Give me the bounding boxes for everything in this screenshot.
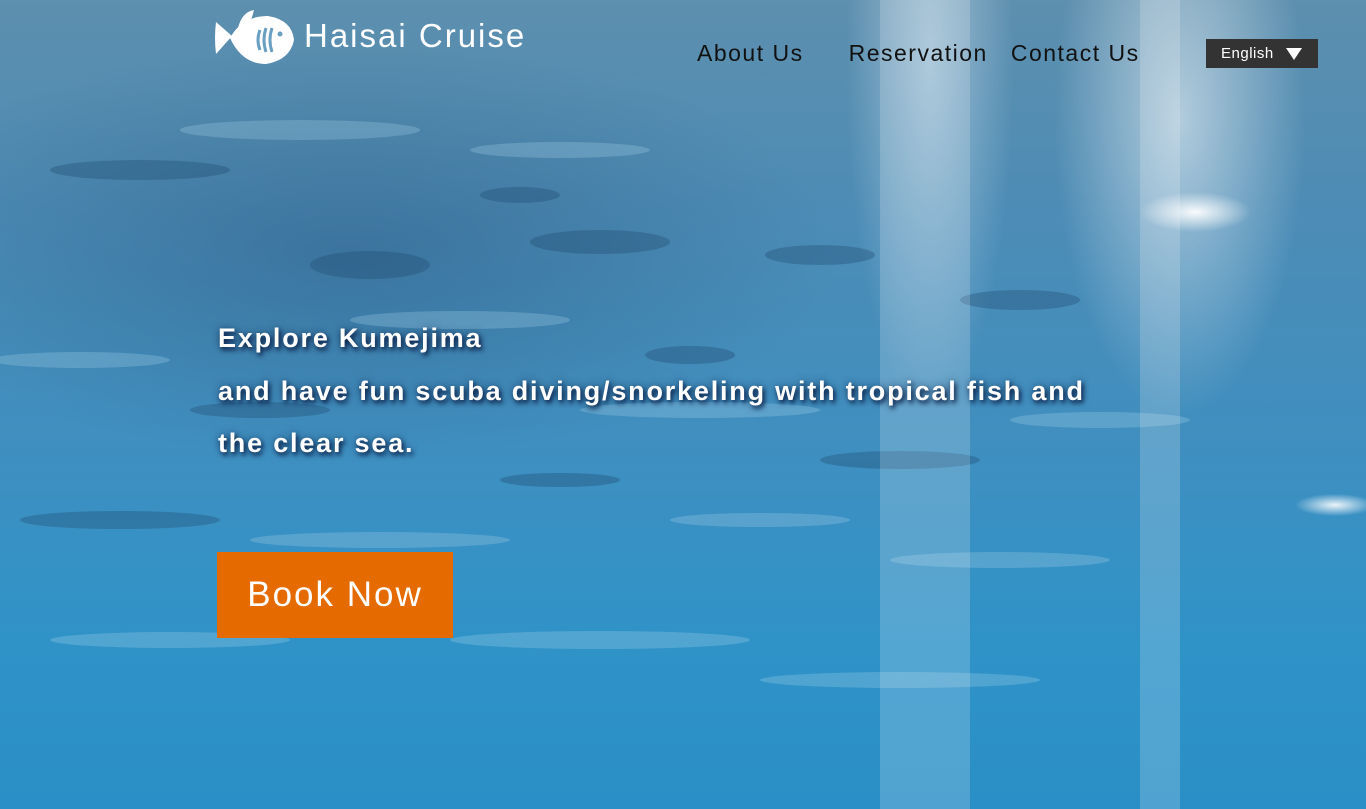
hero-page: Haisai Cruise About Us Reservation Conta… bbox=[0, 0, 1366, 809]
language-selected: English bbox=[1221, 45, 1274, 62]
fish-icon bbox=[215, 10, 294, 64]
caret-down-icon bbox=[1286, 48, 1302, 60]
brand-name: Haisai Cruise bbox=[304, 17, 527, 54]
hero-line-3: the clear sea. bbox=[218, 428, 415, 458]
hero-line-1: Explore Kumejima bbox=[218, 323, 483, 353]
nav-about-us[interactable]: About Us bbox=[697, 40, 804, 67]
language-select[interactable]: English bbox=[1206, 39, 1318, 68]
nav-contact-us[interactable]: Contact Us bbox=[1011, 40, 1140, 67]
hero-line-2: and have fun scuba diving/snorkeling wit… bbox=[218, 375, 1085, 406]
brand[interactable]: Haisai Cruise bbox=[212, 8, 526, 70]
book-now-button[interactable]: Book Now bbox=[217, 552, 453, 638]
hero-text: Explore Kumejima and have fun scuba divi… bbox=[218, 312, 1085, 470]
main-nav: About Us Reservation Contact Us bbox=[697, 40, 1140, 67]
nav-reservation[interactable]: Reservation bbox=[849, 40, 988, 67]
